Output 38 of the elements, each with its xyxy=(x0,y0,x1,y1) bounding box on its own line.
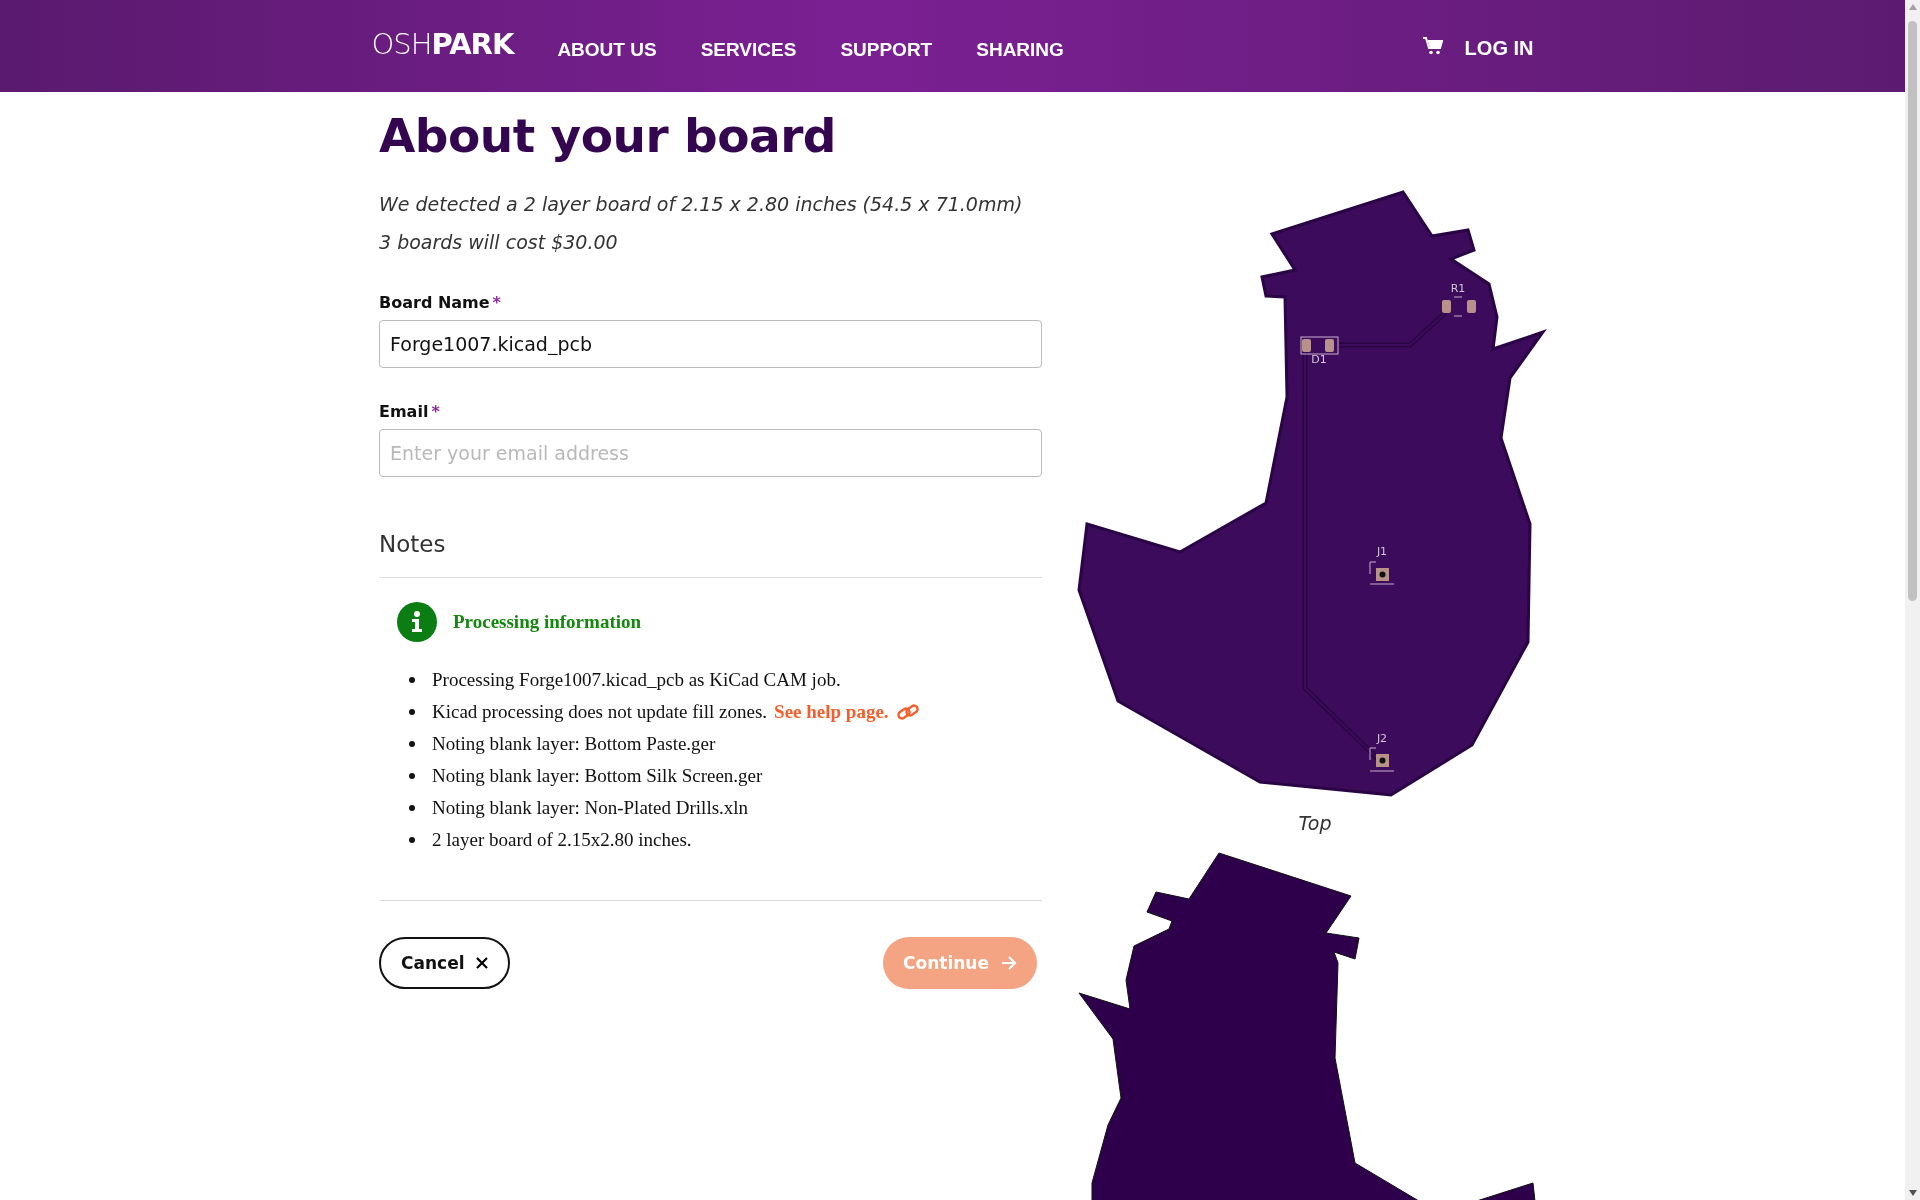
summary-text: 3 boards will cost $30.00 xyxy=(379,231,619,253)
scrollbar[interactable] xyxy=(1905,0,1920,1200)
nav-link[interactable]: SHARING xyxy=(976,39,1064,61)
info-text: Noting blank layer: Bottom Paste.ger xyxy=(432,733,716,755)
info-title: Processing information xyxy=(453,611,642,633)
required-mark: * xyxy=(492,293,501,312)
logo[interactable]: OSHPARK xyxy=(371,27,514,61)
arrow-right-icon xyxy=(1001,956,1017,970)
silkscreen-label: D1 xyxy=(1311,353,1327,366)
field-label: Email xyxy=(379,402,429,421)
board-caption: Top xyxy=(1297,812,1333,834)
scroll-down-icon[interactable] xyxy=(1907,1189,1918,1197)
section-heading: Notes xyxy=(379,531,447,557)
info-text: Kicad processing does not update fill zones. xyxy=(432,701,768,723)
nav-link[interactable]: ABOUT US xyxy=(557,39,657,61)
summary-text: We detected a 2 layer board of 2.15 x 2.80 inches (54.5 x 71.0mm) xyxy=(379,193,1024,215)
info-text: Noting blank layer: Non-Plated Drills.xln xyxy=(432,797,749,819)
field-label: Board Name xyxy=(379,293,490,312)
page-title: About your board xyxy=(379,108,837,163)
cancel-button[interactable]: Cancel xyxy=(379,937,511,989)
required-mark: * xyxy=(431,402,440,421)
input-field[interactable]: Enter your email address xyxy=(379,429,1042,477)
info-text: Processing Forge1007.kicad_pcb as KiCad CAM job. xyxy=(432,669,841,691)
scroll-up-icon[interactable] xyxy=(1907,3,1918,11)
info-text: 2 layer board of 2.15x2.80 inches. xyxy=(432,829,692,851)
cart-icon[interactable] xyxy=(1422,37,1443,55)
info-text: Noting blank layer: Bottom Silk Screen.ger xyxy=(432,765,763,787)
silkscreen-label: R1 xyxy=(1450,282,1466,295)
close-icon xyxy=(476,957,489,969)
scrollbar-thumb[interactable] xyxy=(1908,21,1917,601)
nav-link[interactable]: SUPPORT xyxy=(840,39,933,61)
link-icon[interactable] xyxy=(895,702,920,722)
silkscreen-label: J2 xyxy=(1376,732,1388,745)
nav-link[interactable]: SERVICES xyxy=(700,39,797,61)
login-link[interactable]: LOG IN xyxy=(1464,36,1534,60)
silkscreen-label: J1 xyxy=(1376,545,1388,558)
info-icon xyxy=(397,602,437,642)
input-field[interactable]: Forge1007.kicad_pcb xyxy=(379,320,1042,368)
